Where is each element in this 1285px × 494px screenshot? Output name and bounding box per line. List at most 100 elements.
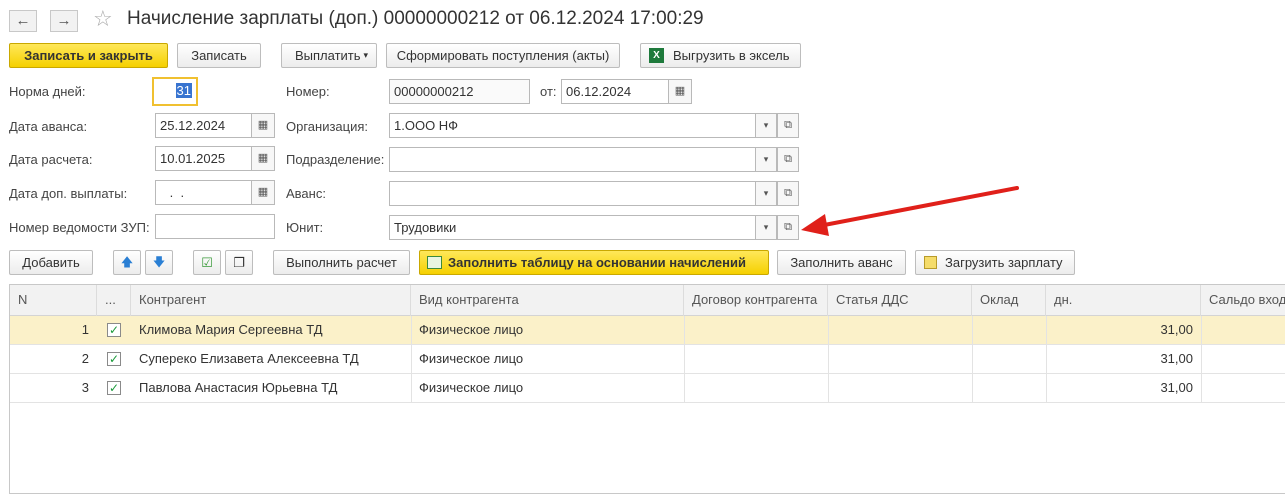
table-header: N ... Контрагент Вид контрагента Договор…: [10, 285, 1285, 316]
arrow-up-icon: 🡅: [120, 255, 134, 269]
zup-statement-label: Номер ведомости ЗУП:: [9, 220, 150, 235]
fill-table-button[interactable]: Заполнить таблицу на основании начислени…: [419, 250, 769, 275]
move-up-button[interactable]: 🡅: [113, 250, 141, 275]
from-date-value: 06.12.2024: [566, 84, 632, 99]
chevron-down-icon[interactable]: ▾: [755, 148, 776, 171]
number-input[interactable]: 00000000212: [389, 79, 530, 104]
zup-statement-input[interactable]: [155, 214, 275, 239]
from-date-input[interactable]: 06.12.2024 ▦: [561, 79, 692, 104]
check-all-icon: ☑: [201, 255, 213, 270]
table-row[interactable]: 3 ✓ Павлова Анастасия Юрьевна ТД Физичес…: [10, 374, 1285, 403]
row-contractor-kind: Физическое лицо: [419, 351, 524, 366]
norma-days-input[interactable]: 31: [152, 77, 198, 106]
uncheck-all-button[interactable]: ❐: [225, 250, 253, 275]
form-receipts-button[interactable]: Сформировать поступления (акты): [386, 43, 620, 68]
column-header-contractor[interactable]: Контрагент: [131, 285, 411, 316]
row-salary: [972, 316, 1046, 344]
calendar-icon[interactable]: ▦: [668, 80, 691, 103]
excel-icon: X: [649, 48, 664, 63]
organization-input[interactable]: 1.ООО НФ ▾: [389, 113, 777, 138]
row-contractor: Климова Мария Сергеевна ТД: [139, 322, 323, 337]
row-checkbox[interactable]: ✓: [107, 352, 121, 366]
department-open-button[interactable]: ⧉: [777, 147, 799, 172]
row-number: 3: [81, 380, 89, 395]
add-button[interactable]: Добавить: [9, 250, 93, 275]
organization-value: 1.ООО НФ: [394, 118, 459, 133]
from-label: от:: [540, 84, 557, 99]
number-label: Номер:: [286, 84, 330, 99]
column-header-contractor-kind[interactable]: Вид контрагента: [411, 285, 684, 316]
column-header-check[interactable]: ...: [97, 285, 131, 316]
row-contractor-kind: Физическое лицо: [419, 322, 524, 337]
column-header-salary[interactable]: Оклад: [972, 285, 1046, 316]
column-header-dds[interactable]: Статья ДДС: [828, 285, 972, 316]
advance-label: Аванс:: [286, 186, 326, 201]
export-excel-label: Выгрузить в эксель: [673, 48, 790, 63]
row-salary: [972, 374, 1046, 402]
row-days: 31,00: [1160, 322, 1193, 337]
chevron-down-icon[interactable]: ▾: [755, 114, 776, 137]
organization-open-button[interactable]: ⧉: [777, 113, 799, 138]
row-checkbox[interactable]: ✓: [107, 323, 121, 337]
pay-label: Выплатить: [295, 48, 361, 63]
calendar-icon[interactable]: ▦: [251, 181, 274, 204]
row-contractor: Павлова Анастасия Юрьевна ТД: [139, 380, 338, 395]
norma-days-value: 31: [175, 83, 192, 98]
save-button[interactable]: Записать: [177, 43, 261, 68]
check-all-button[interactable]: ☑: [193, 250, 221, 275]
row-contractor: Супереко Елизавета Алексеевна ТД: [139, 351, 359, 366]
pay-button[interactable]: Выплатить ▾: [281, 43, 377, 68]
norma-days-label: Норма дней:: [9, 84, 86, 99]
row-contract: [684, 374, 828, 402]
column-header-n[interactable]: N: [10, 285, 97, 316]
column-header-days[interactable]: дн.: [1046, 285, 1201, 316]
page-title: Начисление зарплаты (доп.) 00000000212 о…: [127, 8, 704, 29]
calendar-icon[interactable]: ▦: [251, 114, 274, 137]
advance-date-value: 25.12.2024: [160, 118, 226, 133]
move-down-button[interactable]: 🡇: [145, 250, 173, 275]
row-contractor-kind: Физическое лицо: [419, 380, 524, 395]
row-contract: [684, 345, 828, 373]
back-button[interactable]: ←: [9, 10, 37, 32]
table-row[interactable]: 1 ✓ Климова Мария Сергеевна ТД Физическо…: [10, 316, 1285, 345]
row-salary: [972, 345, 1046, 373]
arrow-left-icon: ←: [15, 12, 31, 29]
forward-button[interactable]: →: [50, 10, 78, 32]
column-header-contract[interactable]: Договор контрагента: [684, 285, 828, 316]
save-and-close-button[interactable]: Записать и закрыть: [9, 43, 168, 68]
fill-table-label: Заполнить таблицу на основании начислени…: [448, 255, 746, 270]
calc-date-value: 10.01.2025: [160, 151, 226, 166]
red-arrow-icon: [801, 186, 1019, 236]
department-label: Подразделение:: [286, 152, 385, 167]
arrow-right-icon: →: [56, 12, 72, 29]
star-icon[interactable]: ☆: [93, 6, 113, 32]
table-row[interactable]: 2 ✓ Супереко Елизавета Алексеевна ТД Физ…: [10, 345, 1285, 374]
extra-pay-date-value: . .: [166, 185, 185, 200]
calculate-button[interactable]: Выполнить расчет: [273, 250, 410, 275]
advance-input[interactable]: ▾: [389, 181, 777, 206]
calendar-icon[interactable]: ▦: [251, 147, 274, 170]
chevron-down-icon[interactable]: ▾: [755, 216, 776, 239]
arrow-down-icon: 🡇: [152, 255, 166, 269]
unit-value: Трудовики: [394, 220, 457, 235]
unit-label: Юнит:: [286, 220, 324, 235]
extra-pay-date-label: Дата доп. выплаты:: [9, 186, 128, 201]
unit-input[interactable]: Трудовики ▾: [389, 215, 777, 240]
department-input[interactable]: ▾: [389, 147, 777, 172]
row-checkbox[interactable]: ✓: [107, 381, 121, 395]
fill-advance-button[interactable]: Заполнить аванс: [777, 250, 906, 275]
column-header-balance[interactable]: Сальдо вход: [1201, 285, 1285, 316]
extra-pay-date-input[interactable]: . . ▦: [155, 180, 275, 205]
row-dds: [828, 345, 972, 373]
load-salary-button[interactable]: Загрузить зарплату: [915, 250, 1075, 275]
chevron-down-icon: ▾: [363, 50, 368, 60]
salary-table[interactable]: N ... Контрагент Вид контрагента Договор…: [9, 284, 1285, 494]
copy-icon: ❐: [233, 255, 245, 270]
calc-date-input[interactable]: 10.01.2025 ▦: [155, 146, 275, 171]
table-fill-icon: [427, 256, 442, 269]
chevron-down-icon[interactable]: ▾: [755, 182, 776, 205]
row-dds: [828, 374, 972, 402]
export-excel-button[interactable]: X Выгрузить в эксель: [640, 43, 801, 68]
advance-date-input[interactable]: 25.12.2024 ▦: [155, 113, 275, 138]
row-number: 2: [81, 351, 89, 366]
